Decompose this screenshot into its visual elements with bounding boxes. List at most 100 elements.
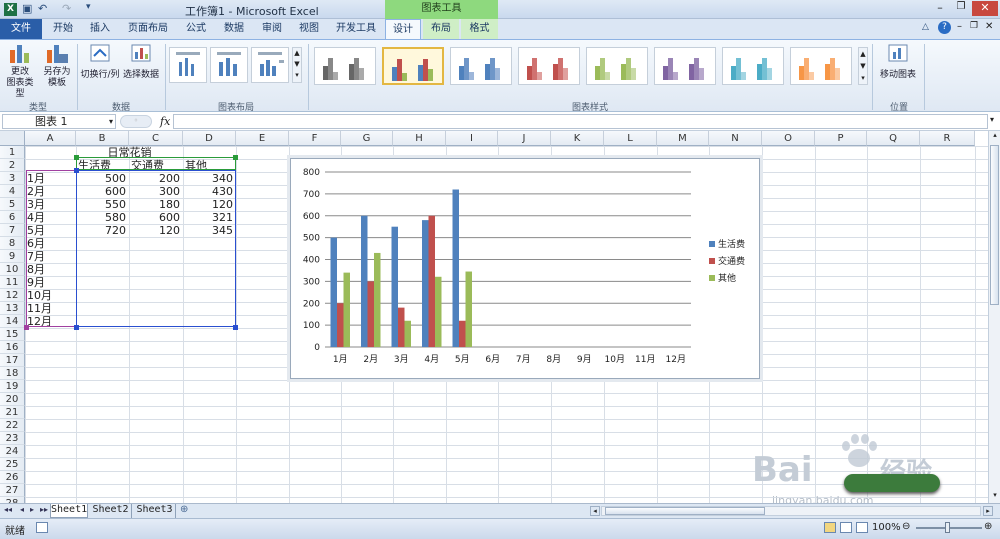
window-restore-icon[interactable]: ❐	[970, 21, 978, 31]
column-header[interactable]: P	[815, 131, 867, 146]
row-header[interactable]: 9	[0, 250, 25, 263]
range-handle[interactable]	[233, 325, 238, 330]
formula-collapse-control[interactable]: ◦	[120, 115, 152, 128]
row-header[interactable]: 23	[0, 432, 25, 445]
hscroll-right-button[interactable]: ▸	[983, 506, 993, 516]
insert-sheet-icon[interactable]: ⊕	[180, 504, 188, 515]
row-header[interactable]: 10	[0, 263, 25, 276]
tab-developer[interactable]: 开发工具	[330, 19, 382, 39]
column-header[interactable]: G	[341, 131, 393, 146]
column-header[interactable]: F	[289, 131, 341, 146]
tab-formulas[interactable]: 公式	[178, 19, 214, 39]
formula-input[interactable]	[173, 114, 988, 129]
tab-view[interactable]: 视图	[291, 19, 327, 39]
normal-view-icon[interactable]	[824, 522, 836, 533]
layout-gallery-scroll[interactable]: ▲ ▼ ▾	[292, 47, 302, 83]
bar[interactable]	[374, 252, 381, 347]
chart-style-option[interactable]	[586, 47, 648, 85]
bar[interactable]	[367, 281, 375, 347]
bar[interactable]	[459, 320, 466, 347]
column-header[interactable]: M	[657, 131, 709, 146]
range-handle[interactable]	[24, 325, 29, 330]
sheet-nav-last-icon[interactable]: ▸▸	[40, 505, 48, 514]
bar[interactable]	[361, 215, 368, 347]
quick-access-dropdown-icon[interactable]: ▾	[86, 2, 91, 12]
column-header[interactable]: Q	[867, 131, 920, 146]
move-chart-button[interactable]: 移动图表	[876, 42, 920, 90]
chart-style-option[interactable]	[382, 47, 444, 85]
row-header[interactable]: 1	[0, 146, 25, 159]
row-header[interactable]: 20	[0, 393, 25, 406]
vertical-scrollbar[interactable]: ▴ ▾	[988, 131, 1000, 503]
change-chart-type-button[interactable]: 更改 图表类型	[3, 42, 37, 99]
column-header[interactable]: I	[446, 131, 498, 146]
tab-data[interactable]: 数据	[216, 19, 252, 39]
select-all-corner[interactable]	[0, 131, 25, 146]
restore-button[interactable]: ❐	[951, 1, 971, 16]
zoom-level[interactable]: 100%	[872, 522, 901, 533]
tab-insert[interactable]: 插入	[82, 19, 118, 39]
worksheet-grid[interactable]: ABCDEFGHIJKLMNOPQR 1 2 3 4 5 6 7 8 9 10 11 12 13 14 15…	[0, 131, 1000, 503]
range-handle[interactable]	[74, 325, 79, 330]
sheet-nav-first-icon[interactable]: ◂◂	[4, 505, 12, 514]
bar[interactable]	[404, 320, 412, 347]
row-header[interactable]: 13	[0, 302, 25, 315]
column-header[interactable]: A	[25, 131, 76, 146]
range-handle[interactable]	[74, 155, 79, 160]
sheet-tab-sheet1[interactable]: Sheet1	[50, 504, 88, 518]
column-header[interactable]: N	[709, 131, 762, 146]
row-header[interactable]: 19	[0, 380, 25, 393]
horizontal-scroll-thumb[interactable]	[605, 507, 765, 515]
sheet-tab-sheet2[interactable]: Sheet2	[90, 504, 132, 518]
row-header[interactable]: 26	[0, 471, 25, 484]
column-header[interactable]: O	[762, 131, 815, 146]
chart-style-option[interactable]	[790, 47, 852, 85]
tab-review[interactable]: 审阅	[254, 19, 290, 39]
chart-object[interactable]: 0 100 200 300 400 500 600 700 800 1月 2月 3月 4月 5月 6月 7月 8…	[290, 158, 760, 379]
row-header[interactable]: 14	[0, 315, 25, 328]
bar[interactable]	[398, 307, 405, 347]
row-header[interactable]: 17	[0, 354, 25, 367]
row-header[interactable]: 12	[0, 289, 25, 302]
select-data-button[interactable]: 选择数据	[122, 42, 160, 90]
chart-style-option[interactable]	[450, 47, 512, 85]
window-minimize-icon[interactable]: –	[957, 21, 962, 32]
bar[interactable]	[428, 215, 436, 347]
bar[interactable]	[343, 272, 351, 347]
page-break-view-icon[interactable]	[856, 522, 868, 533]
column-header[interactable]: C	[129, 131, 183, 146]
window-close-icon[interactable]: ✕	[985, 21, 993, 32]
help-icon[interactable]: ?	[938, 21, 951, 34]
style-gallery-scroll[interactable]: ▲ ▼ ▾	[858, 47, 868, 85]
range-handle[interactable]	[233, 155, 238, 160]
row-header[interactable]: 11	[0, 276, 25, 289]
row-header[interactable]: 24	[0, 445, 25, 458]
name-box[interactable]: 图表 1 ▾	[2, 114, 116, 129]
save-as-template-button[interactable]: 另存为 模板	[40, 42, 74, 94]
tab-page-layout[interactable]: 页面布局	[120, 19, 176, 39]
column-header[interactable]: K	[551, 131, 604, 146]
ribbon-minimize-icon[interactable]: △	[922, 22, 929, 32]
chart-style-option[interactable]	[722, 47, 784, 85]
vscroll-down-button[interactable]: ▾	[990, 491, 1000, 501]
row-header[interactable]: 25	[0, 458, 25, 471]
bar[interactable]	[330, 237, 338, 347]
chart-layout-3-option[interactable]	[251, 47, 289, 83]
macro-record-icon[interactable]	[36, 522, 48, 533]
row-header[interactable]: 21	[0, 406, 25, 419]
tab-file[interactable]: 文件	[0, 19, 42, 39]
undo-icon[interactable]: ↶	[38, 2, 47, 15]
column-header[interactable]: E	[236, 131, 289, 146]
sheet-tab-sheet3[interactable]: Sheet3	[134, 504, 176, 518]
zoom-slider-thumb[interactable]	[945, 522, 950, 533]
row-header[interactable]: 4	[0, 185, 25, 198]
chart-layout-2-option[interactable]	[210, 47, 248, 83]
row-header[interactable]: 7	[0, 224, 25, 237]
bar[interactable]	[391, 226, 399, 347]
sheet-nav-next-icon[interactable]: ▸	[30, 505, 34, 514]
range-handle[interactable]	[74, 168, 79, 173]
switch-row-column-button[interactable]: 切换行/列	[80, 42, 120, 90]
hscroll-left-button[interactable]: ◂	[590, 506, 600, 516]
row-header[interactable]: 15	[0, 328, 25, 341]
tab-design[interactable]: 设计	[385, 19, 421, 39]
